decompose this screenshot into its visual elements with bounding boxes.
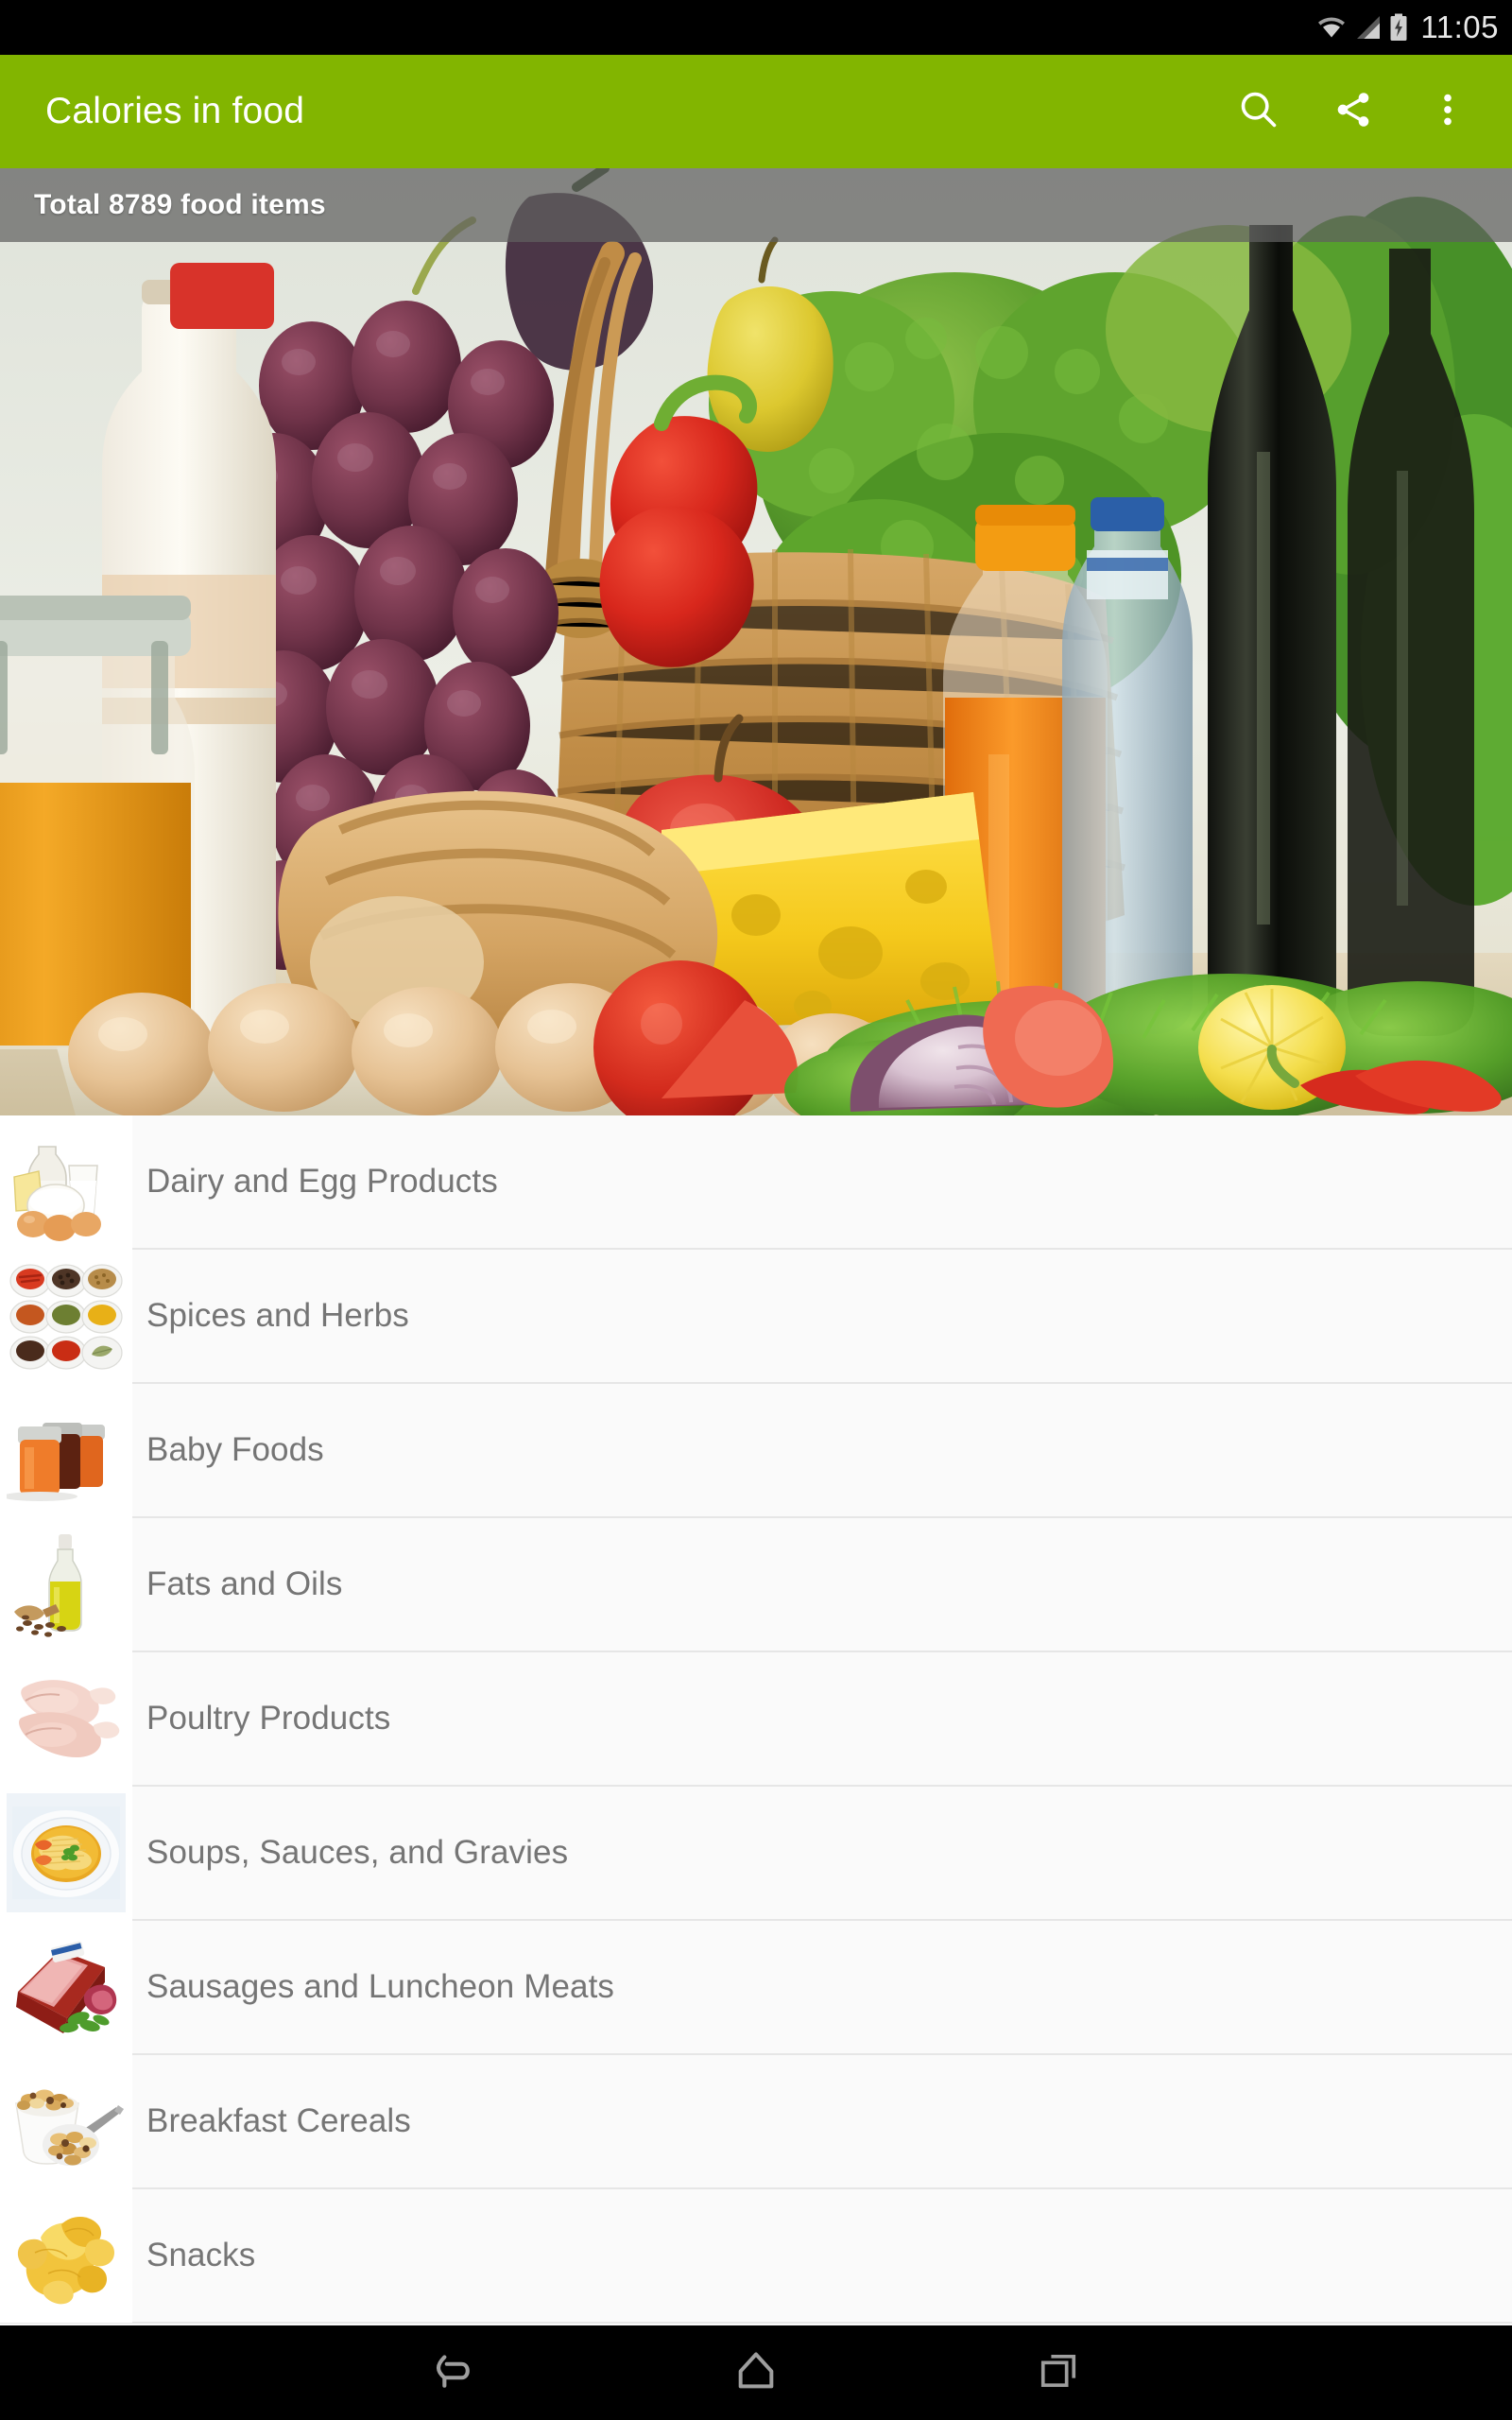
recents-nav-button[interactable] — [1002, 2325, 1115, 2420]
android-navigation-bar — [0, 2325, 1512, 2420]
share-button[interactable] — [1306, 64, 1400, 159]
soups-thumb — [0, 1786, 132, 1920]
list-item[interactable]: Spices and Herbs — [0, 1249, 1512, 1384]
list-item-label: Sausages and Luncheon Meats — [146, 1968, 615, 2005]
baby-foods-thumb — [0, 1383, 132, 1517]
search-button[interactable] — [1211, 64, 1306, 159]
list-item-label: Fats and Oils — [146, 1565, 343, 1602]
app-screen: 11:05 Calories in food Total 8789 food i… — [0, 0, 1512, 2420]
app-bar-actions — [1211, 64, 1512, 159]
search-icon — [1237, 88, 1280, 136]
share-icon — [1332, 89, 1374, 135]
hero-photo — [0, 168, 1512, 1115]
total-items-banner: Total 8789 food items — [0, 168, 1512, 242]
list-item[interactable]: Snacks — [0, 2188, 1512, 2324]
spices-herbs-thumb — [0, 1249, 132, 1383]
cereals-thumb — [0, 2054, 132, 2188]
list-item[interactable]: Breakfast Cereals — [0, 2054, 1512, 2189]
home-nav-button[interactable] — [699, 2325, 813, 2420]
list-item-label: Soups, Sauces, and Gravies — [146, 1834, 569, 1871]
battery-charging-icon — [1389, 13, 1408, 42]
overflow-menu-button[interactable] — [1400, 64, 1495, 159]
status-bar-clock: 11:05 — [1420, 9, 1499, 44]
list-item[interactable]: Baby Foods — [0, 1383, 1512, 1518]
recents-nav-icon — [1034, 2346, 1083, 2400]
app-bar: Calories in food — [0, 55, 1512, 168]
hero-food-illustration — [0, 168, 1512, 1115]
dairy-eggs-thumb — [0, 1115, 132, 1249]
total-items-label: Total 8789 food items — [34, 189, 326, 220]
fats-oils-thumb — [0, 1517, 132, 1651]
category-list[interactable]: Dairy and Egg Products Spices and Herbs … — [0, 1115, 1512, 2325]
list-item-label: Dairy and Egg Products — [146, 1163, 498, 1200]
list-item[interactable]: Dairy and Egg Products — [0, 1115, 1512, 1250]
page-title: Calories in food — [45, 91, 305, 131]
list-item[interactable]: Fats and Oils — [0, 1517, 1512, 1652]
status-bar: 11:05 — [0, 0, 1512, 55]
list-item[interactable]: Poultry Products — [0, 1651, 1512, 1787]
list-item[interactable]: Sausages and Luncheon Meats — [0, 1920, 1512, 2055]
list-item-label: Breakfast Cereals — [146, 2102, 411, 2139]
list-item-label: Poultry Products — [146, 1700, 391, 1737]
poultry-thumb — [0, 1651, 132, 1786]
back-nav-button[interactable] — [397, 2325, 510, 2420]
hero-image: Total 8789 food items — [0, 168, 1512, 1115]
back-nav-icon — [426, 2343, 481, 2403]
snacks-thumb — [0, 2188, 132, 2323]
cellular-signal-icon — [1356, 14, 1381, 41]
sausages-thumb — [0, 1920, 132, 2054]
home-nav-icon — [730, 2344, 782, 2402]
list-item[interactable]: Soups, Sauces, and Gravies — [0, 1786, 1512, 1921]
wifi-icon — [1315, 14, 1348, 41]
list-item-label: Spices and Herbs — [146, 1297, 409, 1334]
list-item-label: Snacks — [146, 2237, 256, 2273]
list-item-label: Baby Foods — [146, 1431, 324, 1468]
overflow-menu-icon — [1430, 89, 1466, 135]
